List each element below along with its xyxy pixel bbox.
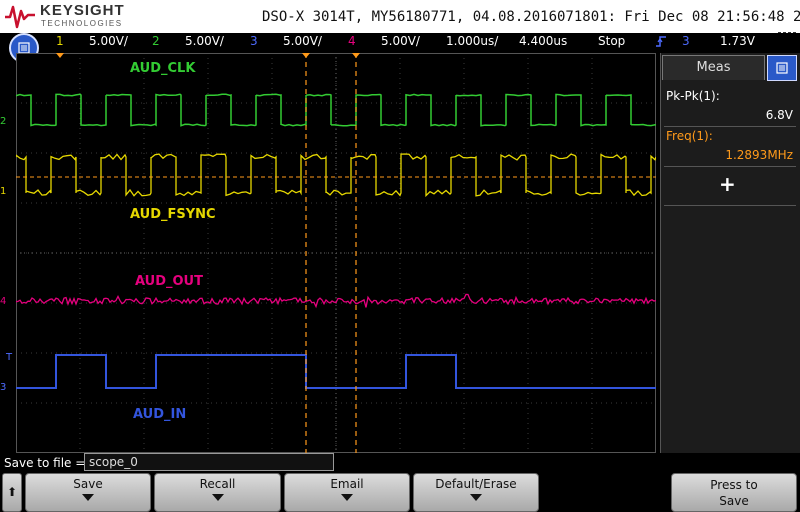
press-to-save-button[interactable]: Press to Save: [671, 473, 797, 512]
softkey-recall[interactable]: Recall: [154, 473, 281, 512]
menu-icon: [776, 62, 788, 74]
ch4-number[interactable]: 4: [348, 34, 356, 48]
ch4-ground-marker[interactable]: 4: [0, 296, 6, 307]
tab-meas[interactable]: Meas: [662, 55, 765, 80]
filename-field[interactable]: scope_0: [84, 453, 334, 471]
softkey-email[interactable]: Email: [284, 473, 410, 512]
label-aud-clk: AUD_CLK: [130, 61, 195, 76]
arrow-down-icon: [82, 494, 94, 501]
press-to-save-line1: Press to: [672, 474, 796, 493]
brand-subtitle: TECHNOLOGIES: [41, 19, 123, 28]
ch3-ground-marker[interactable]: 3: [0, 382, 6, 393]
softkey-label: Email: [285, 474, 409, 491]
trigger-level[interactable]: 1.73V: [720, 34, 755, 48]
ch2-ground-marker[interactable]: 2: [0, 116, 6, 127]
arrow-down-icon: [341, 494, 353, 501]
back-button[interactable]: ⬆: [2, 473, 22, 512]
rising-edge-icon: [655, 35, 667, 48]
softkey-label: Default/Erase: [414, 474, 538, 491]
keysight-logo-icon: [4, 3, 36, 29]
softkey-label: Recall: [155, 474, 280, 491]
trigger-level-marker[interactable]: T: [6, 352, 12, 363]
ch2-scale[interactable]: 5.00V/: [185, 34, 224, 48]
ch3-number[interactable]: 3: [250, 34, 258, 48]
label-aud-fsync: AUD_FSYNC: [130, 207, 216, 222]
meas-menu-button[interactable]: [767, 55, 797, 81]
run-state: Stop: [598, 34, 625, 48]
press-to-save-line2: Save: [672, 493, 796, 509]
save-to-file-label: Save to file =: [4, 456, 85, 470]
horizontal-delay[interactable]: 4.400us: [519, 34, 567, 48]
label-aud-in: AUD_IN: [133, 407, 186, 422]
add-measurement-button[interactable]: +: [719, 172, 736, 196]
ch1-scale[interactable]: 5.00V/: [89, 34, 128, 48]
title-bar: KEYSIGHT TECHNOLOGIES DSO-X 3014T, MY561…: [0, 0, 800, 33]
ch2-number[interactable]: 2: [152, 34, 160, 48]
ch1-ground-marker[interactable]: 1: [0, 186, 6, 197]
meas-pkpk-label: Pk-Pk(1):: [666, 89, 720, 103]
timebase-scale[interactable]: 1.000us/: [446, 34, 498, 48]
ch1-number[interactable]: 1: [56, 34, 64, 48]
brand-name: KEYSIGHT: [40, 2, 125, 19]
meas-freq-label: Freq(1):: [666, 129, 713, 143]
ch3-scale[interactable]: 5.00V/: [283, 34, 322, 48]
ch4-scale[interactable]: 5.00V/: [381, 34, 420, 48]
softkey-default-erase[interactable]: Default/Erase: [413, 473, 539, 512]
meas-freq-value: 1.2893MHz: [725, 148, 793, 162]
meas-divider: [664, 166, 796, 167]
meas-pkpk-value: 6.8V: [766, 108, 793, 122]
arrow-down-icon: [470, 494, 482, 501]
arrow-down-icon: [212, 494, 224, 501]
meas-divider: [664, 205, 796, 206]
meas-divider: [664, 126, 796, 127]
waveform-display[interactable]: [16, 53, 656, 453]
label-aud-out: AUD_OUT: [135, 274, 203, 289]
instrument-title: DSO-X 3014T, MY56180771, 04.08.201607180…: [262, 9, 800, 25]
softkey-label: Save: [26, 474, 150, 491]
trigger-source[interactable]: 3: [682, 34, 690, 48]
channel-status-bar: 1 5.00V/ 2 5.00V/ 3 5.00V/ 4 5.00V/ 1.00…: [0, 33, 800, 51]
softkey-save[interactable]: Save: [25, 473, 151, 512]
